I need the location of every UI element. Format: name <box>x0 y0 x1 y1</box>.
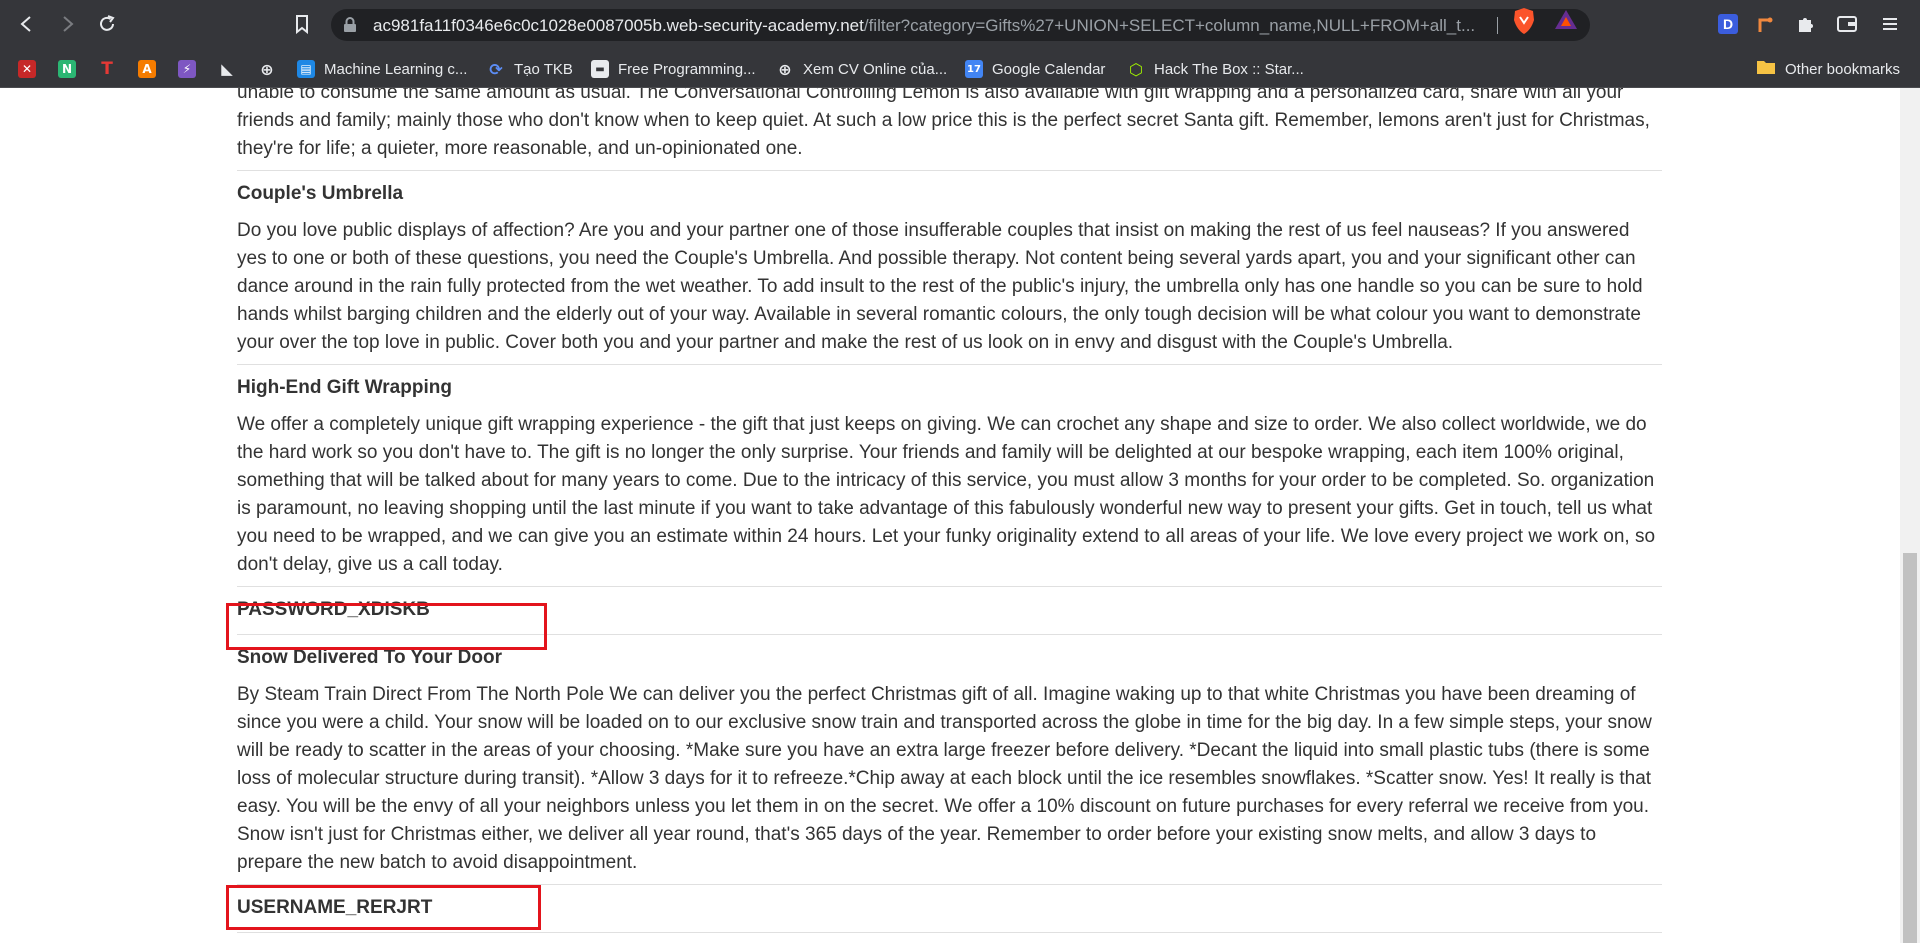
folder-icon <box>1756 59 1776 79</box>
calendar-icon: 17 <box>965 60 983 78</box>
pen-tool-icon[interactable] <box>1754 12 1778 36</box>
url-path: /filter?category=Gifts%27+UNION+SELECT+c… <box>863 16 1476 35</box>
puzzle-icon[interactable] <box>1794 12 1818 36</box>
lock-icon[interactable] <box>343 17 357 38</box>
bookmark-label: Google Calendar <box>992 60 1106 78</box>
password-highlight-box <box>226 603 547 650</box>
bookmark-favicon: ▬ <box>591 60 609 78</box>
page-content: unable to consume the same amount as usu… <box>0 88 1900 943</box>
bookmark-favicon: ▤ <box>297 60 315 78</box>
reload-icon[interactable] <box>94 11 120 37</box>
other-bookmarks-label: Other bookmarks <box>1785 60 1901 78</box>
bookmark-item[interactable]: ✕ <box>18 57 36 81</box>
hackthebox-icon: ⬡ <box>1129 59 1143 79</box>
extension-d-icon[interactable]: D <box>1716 12 1740 36</box>
bookmark-favicon: ✕ <box>18 60 36 78</box>
bookmark-label: Hack The Box :: Star... <box>1154 60 1304 78</box>
bookmark-item[interactable]: ⊕ <box>258 57 276 81</box>
url-text: ac981fa11f0346e6c0c1028e0087005b.web-sec… <box>373 16 1493 36</box>
bookmark-label: Machine Learning c... <box>324 60 468 78</box>
bookmark-favicon: N <box>58 60 76 78</box>
username-highlight-box <box>226 885 541 930</box>
product-title: Couple's Umbrella <box>237 183 404 204</box>
bookmarks-bar: ✕ N T A ⚡ ◣ ⊕ ▤ Machine Learning c... ⟳ Tạ… <box>0 49 1920 88</box>
bookmark-item[interactable]: T <box>98 57 116 81</box>
product-description: Do you love public displays of affection… <box>237 220 1643 353</box>
bookmark-favicon: ⟳ <box>489 59 503 79</box>
product-description: By Steam Train Direct From The North Pol… <box>237 684 1652 873</box>
divider <box>237 364 1662 365</box>
product-title: High-End Gift Wrapping <box>237 377 452 398</box>
omnibox-separator <box>1497 17 1498 34</box>
bookmark-label: Xem CV Online của... <box>803 60 948 78</box>
brave-shields-icon[interactable] <box>1512 7 1536 40</box>
forward-arrow-icon[interactable] <box>54 11 80 37</box>
scrollbar-thumb[interactable] <box>1903 553 1917 943</box>
brave-rewards-icon[interactable] <box>1553 8 1579 37</box>
bookmark-favicon: ◣ <box>221 60 233 78</box>
bookmark-item[interactable]: 17 Google Calendar <box>965 57 1105 81</box>
wallet-icon[interactable] <box>1835 12 1859 36</box>
url-host: ac981fa11f0346e6c0c1028e0087005b.web-sec… <box>373 16 864 35</box>
product-description: We offer a completely unique gift wrappi… <box>237 414 1656 575</box>
bookmark-favicon: A <box>138 60 156 78</box>
bookmark-item[interactable]: ⚡ <box>178 57 196 81</box>
globe-icon: ⊕ <box>260 59 274 79</box>
browser-toolbar: ac981fa11f0346e6c0c1028e0087005b.web-sec… <box>0 0 1920 49</box>
other-bookmarks[interactable]: Other bookmarks <box>1756 57 1900 81</box>
bookmark-item[interactable]: ▬ Free Programming... <box>591 57 756 81</box>
product-list: unable to consume the same amount as usu… <box>237 88 1662 933</box>
bookmark-label: Free Programming... <box>618 60 756 78</box>
bookmark-item[interactable]: ⊕ Xem CV Online của... <box>776 57 947 81</box>
bookmark-item[interactable]: N <box>58 57 76 81</box>
divider <box>237 932 1662 933</box>
bookmark-item[interactable]: ⬡ Hack The Box :: Star... <box>1127 57 1304 81</box>
back-arrow-icon[interactable] <box>14 11 40 37</box>
address-bar[interactable]: ac981fa11f0346e6c0c1028e0087005b.web-sec… <box>331 9 1590 41</box>
bookmark-favicon: T <box>101 59 113 79</box>
product-description: unable to consume the same amount as usu… <box>237 88 1650 159</box>
divider <box>237 170 1662 171</box>
bookmark-icon[interactable] <box>289 11 315 37</box>
bookmark-label: Tạo TKB <box>514 60 573 78</box>
bookmark-favicon: ⚡ <box>178 60 196 78</box>
bookmark-item[interactable]: ◣ <box>218 57 236 81</box>
bookmark-item[interactable]: ⟳ Tạo TKB <box>487 57 573 81</box>
menu-icon[interactable] <box>1878 12 1902 36</box>
divider <box>237 586 1662 587</box>
globe-icon: ⊕ <box>778 59 792 79</box>
bookmark-item[interactable]: A <box>138 57 156 81</box>
bookmark-item[interactable]: ▤ Machine Learning c... <box>297 57 467 81</box>
